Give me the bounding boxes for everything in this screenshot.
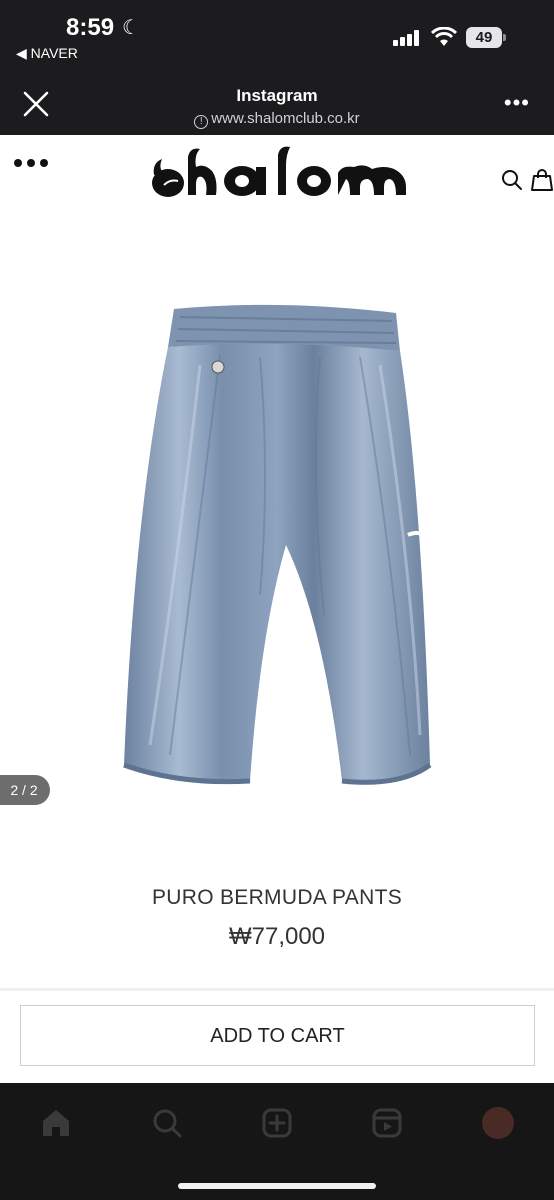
- status-bar: 8:59 ☾ ◀ NAVER 49: [0, 0, 554, 80]
- status-time: 8:59: [66, 14, 115, 41]
- wifi-icon: [431, 27, 457, 46]
- moon-icon: ☾: [122, 17, 140, 39]
- shopping-bag-icon[interactable]: [530, 168, 554, 192]
- product-name: PURO BERMUDA PANTS: [151, 886, 403, 909]
- info-icon: !: [194, 115, 209, 129]
- brand-logo[interactable]: shalom: [150, 145, 412, 199]
- logo-text: shalom: [150, 145, 153, 146]
- back-to-app-link[interactable]: ◀ NAVER: [16, 45, 78, 62]
- create-icon[interactable]: [261, 1107, 293, 1139]
- home-indicator: [178, 1183, 376, 1189]
- url-text: www.shalomclub.co.kr: [211, 110, 360, 127]
- product-price: ₩77,000: [228, 923, 326, 950]
- search-icon[interactable]: [500, 168, 524, 192]
- browser-title: Instagram: [236, 86, 318, 105]
- battery-indicator: 49: [466, 27, 506, 48]
- webpage: shalom 2 / 2 PURO BERMUDA PANTS ₩77,000 …: [0, 135, 554, 1083]
- search-icon[interactable]: [151, 1107, 183, 1139]
- cellular-signal-icon: [393, 30, 423, 46]
- image-counter: 2 / 2: [0, 775, 50, 805]
- site-menu-icon[interactable]: [14, 155, 50, 171]
- more-options-icon[interactable]: •••: [504, 90, 530, 116]
- reels-icon[interactable]: [371, 1107, 403, 1139]
- in-app-browser-header: Instagram ! www.shalomclub.co.kr •••: [0, 80, 554, 135]
- divider: [0, 988, 554, 991]
- product-image[interactable]: [110, 295, 450, 805]
- profile-avatar[interactable]: [482, 1107, 514, 1139]
- add-to-cart-button[interactable]: ADD TO CART: [20, 1005, 535, 1066]
- home-icon[interactable]: [40, 1107, 72, 1139]
- browser-url: ! www.shalomclub.co.kr: [0, 110, 554, 129]
